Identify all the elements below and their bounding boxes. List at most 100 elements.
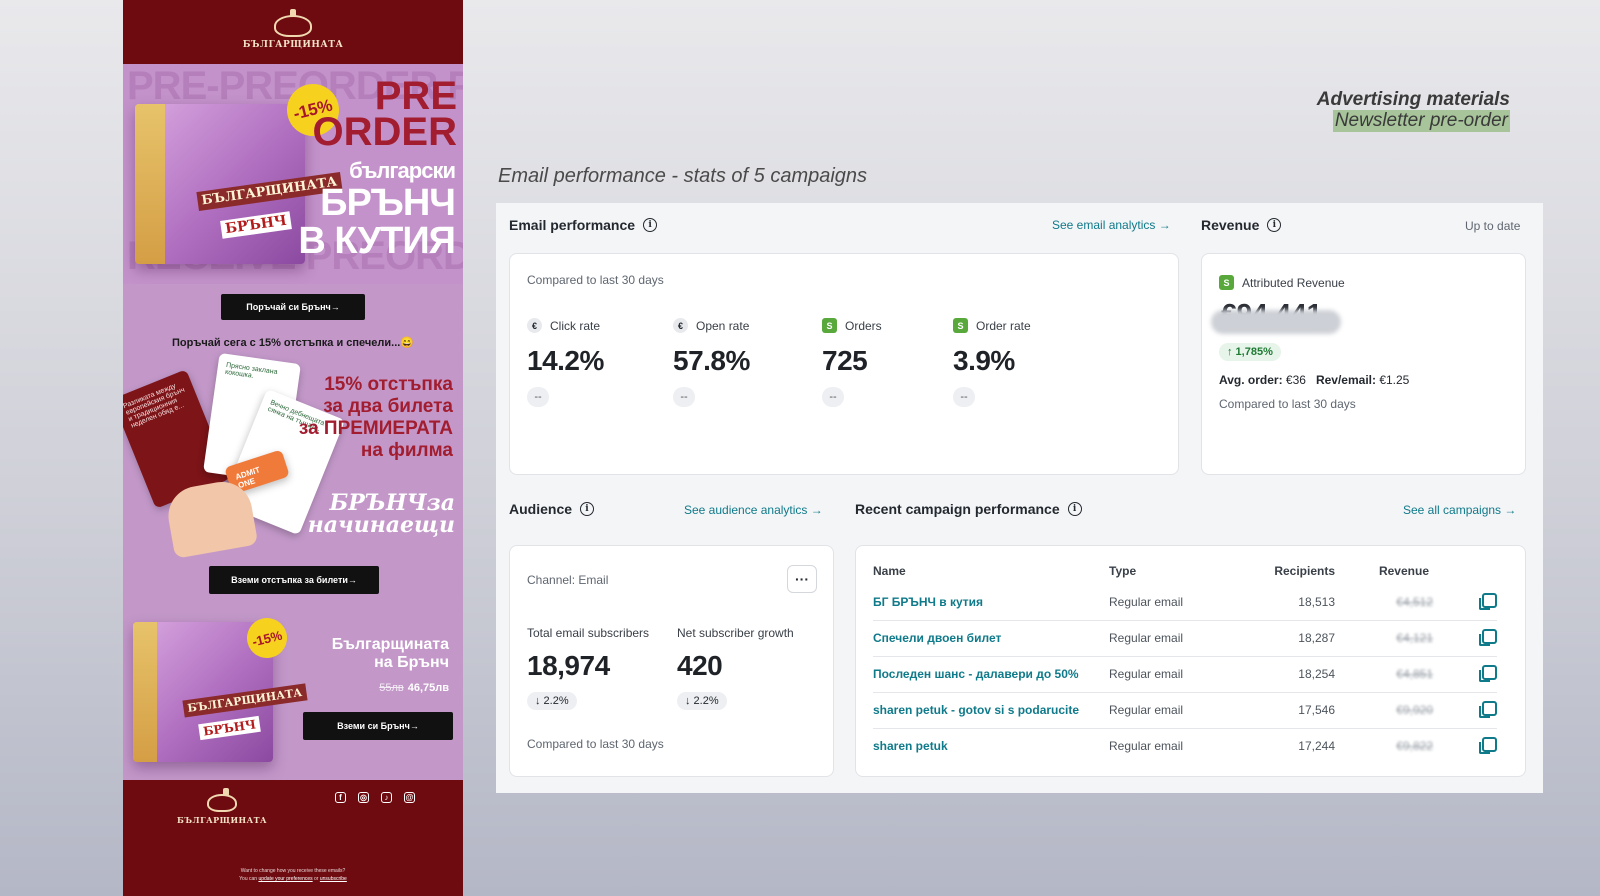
campaign-name-link[interactable]: Спечели двоен билет <box>873 620 1109 657</box>
price-old: 55лв <box>379 682 404 694</box>
footer-brand: БЪЛГАРЩИНАТА <box>177 815 268 825</box>
hero-line2: БРЪНЧ <box>320 182 456 224</box>
audience-compared-text: Compared to last 30 days <box>527 737 664 751</box>
product-title-line2: на Брънч <box>374 654 449 671</box>
offer-line2: за два билета <box>323 396 453 417</box>
unsubscribe-link[interactable]: unsubscribe <box>320 876 347 882</box>
audience-label: Audience <box>509 501 573 517</box>
brunch-box-image: БЪЛГАРЩИНАТА БРЪНЧ <box>135 104 343 264</box>
preorder-line1: PRE <box>374 74 457 118</box>
campaign-recipients: 17,546 <box>1229 692 1335 729</box>
social-links: f ◎ ♪ @ <box>335 792 415 803</box>
see-email-analytics-link[interactable]: See email analytics → <box>1052 218 1171 232</box>
order-brunch-button[interactable]: Поръчай си Брънч→ <box>221 294 365 320</box>
channel-label: Channel: Email <box>527 573 609 587</box>
metric-delta: -- <box>527 387 549 407</box>
copy-icon[interactable] <box>1479 629 1497 646</box>
klaviyo-icon: € <box>527 318 542 333</box>
hero-banner: PRE-PREORDER PRE RECEIVE PREORDER БЪЛГАР… <box>123 64 463 284</box>
metric-click-rate: € Click rate 14.2% -- <box>527 318 604 407</box>
product-box-sub: БРЪНЧ <box>198 715 261 741</box>
newsletter-header: БЪЛГАРЩИНАТА <box>123 0 463 64</box>
threads-icon[interactable]: @ <box>404 792 415 803</box>
campaign-revenue: €9,920 <box>1396 703 1433 717</box>
audience-title: Audience i <box>509 501 595 517</box>
campaign-revenue: €4,512 <box>1396 594 1433 609</box>
campaign-recipients: 18,287 <box>1229 620 1335 657</box>
instagram-icon[interactable]: ◎ <box>358 792 369 803</box>
campaign-revenue: €9,822 <box>1396 739 1433 754</box>
product-title: Българщината на Брънч <box>332 636 449 672</box>
campaign-recipients: 18,513 <box>1229 584 1335 621</box>
campaign-revenue: €4,121 <box>1396 631 1433 645</box>
column-type: Type <box>1109 564 1137 578</box>
product-box-label: БЪЛГАРЩИНАТА <box>182 683 308 718</box>
hero-line1: български <box>349 158 456 183</box>
subs-value: 18,974 <box>527 650 610 681</box>
preorder-text: PRE ORDER <box>313 74 457 152</box>
metric-orders: S Orders 725 -- <box>822 318 882 407</box>
avg-order-value: €36 <box>1285 373 1306 387</box>
campaign-recipients: 18,254 <box>1229 656 1335 693</box>
metric-order-rate: S Order rate 3.9% -- <box>953 318 1031 407</box>
info-icon[interactable]: i <box>580 502 595 516</box>
see-all-campaigns-link[interactable]: See all campaigns → <box>1403 503 1516 517</box>
campaign-recipients: 17,244 <box>1298 739 1335 754</box>
campaign-name-link[interactable]: Последен шанс - далавери до 50% <box>873 656 1109 693</box>
copy-icon[interactable] <box>1479 701 1497 718</box>
campaign-name-link[interactable]: sharen petuk - gotov si s podarucite <box>873 692 1109 729</box>
revenue-title: Revenue i <box>1201 217 1282 233</box>
rev-email-value: €1.25 <box>1379 373 1410 387</box>
avg-order-label: Avg. order: <box>1219 373 1283 387</box>
get-brunch-button[interactable]: Вземи си Брънч→ <box>303 712 453 740</box>
table-row: sharen petuk Regular email 17,244 €9,822 <box>873 728 1497 764</box>
product-price: 55лв 46,75лв <box>379 682 449 694</box>
metric-delta: -- <box>953 387 975 407</box>
metric-open-rate: € Open rate 57.8% -- <box>673 318 750 407</box>
section-title: Email performance - stats of 5 campaigns <box>498 165 868 187</box>
campaigns-label: Recent campaign performance <box>855 501 1060 517</box>
script-line1: БРЪНЧза <box>329 490 455 516</box>
column-revenue: Revenue <box>1378 564 1429 578</box>
shopify-icon: S <box>953 318 968 333</box>
column-name: Name <box>873 564 906 578</box>
copy-icon[interactable] <box>1479 665 1497 682</box>
info-icon[interactable]: i <box>643 218 658 232</box>
metric-delta: -- <box>822 387 844 407</box>
growth-value: 420 <box>677 650 723 681</box>
see-audience-analytics-link[interactable]: See audience analytics → <box>684 503 823 517</box>
ticket-discount-button[interactable]: Вземи отстъпка за билети→ <box>209 566 379 594</box>
revenue-label: Revenue <box>1201 217 1260 233</box>
facebook-icon[interactable]: f <box>335 792 346 803</box>
email-performance-title: Email performance i <box>509 217 658 233</box>
email-performance-label: Email performance <box>509 217 636 233</box>
campaign-name-link[interactable]: БГ БРЪНЧ в кутия <box>873 584 1109 621</box>
metric-label: Click rate <box>550 318 601 333</box>
offer-line1: 15% отстъпка <box>324 374 453 395</box>
growth-label: Net subscriber growth <box>677 626 794 640</box>
tiktok-icon[interactable]: ♪ <box>381 792 392 803</box>
copy-icon[interactable] <box>1479 592 1497 610</box>
footer-crest-icon <box>207 788 238 812</box>
total-subscribers: Total email subscribers 18,974 ↓ 2.2% <box>527 626 649 710</box>
campaign-name-link[interactable]: sharen petuk <box>873 728 1109 764</box>
more-options-button[interactable]: ··· <box>787 565 817 593</box>
campaign-type: Regular email <box>1109 739 1184 754</box>
update-preferences-link[interactable]: update your preferences <box>258 876 312 882</box>
table-row: sharen petuk - gotov si s podarucite Reg… <box>873 692 1497 729</box>
info-icon[interactable]: i <box>1067 502 1082 516</box>
table-header-row: Name Type Recipients Revenue <box>873 564 1497 584</box>
metric-delta: -- <box>673 387 695 407</box>
ticket-offer: 15% отстъпка за два билета за ПРЕМИЕРАТА… <box>299 374 453 462</box>
copy-icon[interactable] <box>1479 737 1497 755</box>
campaigns-title: Recent campaign performance i <box>855 501 1082 517</box>
table-row: Последен шанс - далавери до 50% Regular … <box>873 656 1497 693</box>
newsletter-brand: БЪЛГАРЩИНАТА <box>242 39 344 50</box>
table-row: БГ БРЪНЧ в кутия Regular email 18,513 €4… <box>873 584 1497 621</box>
campaign-type: Regular email <box>1109 620 1229 657</box>
offer-line4: на филма <box>360 440 453 461</box>
revenue-panel: S Attributed Revenue €94,441 ↑ 1,785% Av… <box>1201 253 1526 475</box>
info-icon[interactable]: i <box>1267 218 1282 232</box>
campaign-type: Regular email <box>1109 692 1229 729</box>
rev-email-label: Rev/email: <box>1315 373 1376 387</box>
